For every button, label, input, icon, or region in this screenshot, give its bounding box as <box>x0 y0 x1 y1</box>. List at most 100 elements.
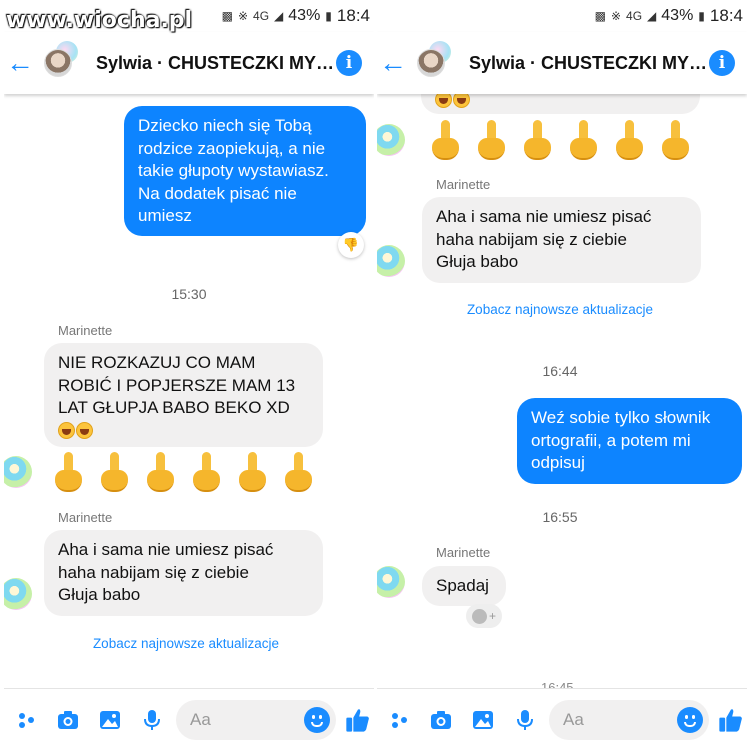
message-line: odpisuj <box>531 453 585 472</box>
signal-icon: ◢ <box>647 9 657 23</box>
message-line: Na dodatek pisać nie <box>138 183 297 203</box>
battery-icon: ▮ <box>325 9 332 23</box>
clock: 18:4 <box>336 6 370 25</box>
sender-avatar[interactable] <box>4 578 32 610</box>
outgoing-message[interactable]: Weź sobie tylko słownik ortografii, a po… <box>517 398 742 484</box>
message-input[interactable]: Aa <box>549 699 709 740</box>
message-line: rodzice zaopiekują, a nie <box>138 138 326 158</box>
middle-finger-emoji-icon <box>569 120 598 160</box>
chat-header: ← Sylwia · CHUSTECZKI MY… i <box>377 32 747 94</box>
microphone-icon[interactable] <box>134 702 170 738</box>
middle-finger-emoji-icon <box>146 452 175 492</box>
info-icon[interactable]: i <box>709 50 735 76</box>
message-line: umiesz <box>138 206 192 225</box>
sender-avatar[interactable] <box>4 456 32 488</box>
avatar-primary <box>44 49 72 77</box>
timestamp: 16:44 <box>542 363 578 379</box>
message-input-placeholder: Aa <box>190 709 211 729</box>
status-bar: ▩ ※ 4G ◢ 43% ▮ 18:4 <box>377 0 747 32</box>
smiley-icon <box>471 608 487 624</box>
emoji-picker-icon[interactable] <box>677 706 703 733</box>
back-arrow-icon[interactable]: ← <box>4 43 36 83</box>
watermark: www.wiocha.pl <box>6 8 193 33</box>
see-latest-updates-link[interactable]: Zobacz najnowsze aktualizacje <box>377 302 747 317</box>
timestamp: 16:55 <box>542 509 578 525</box>
message-line: ROBIĆ I POPJERSZE MAM 13 <box>58 375 296 395</box>
middle-finger-emoji-icon <box>100 452 129 492</box>
gallery-icon[interactable] <box>92 702 128 738</box>
middle-finger-emoji-row[interactable] <box>54 452 313 492</box>
message-line: ortografii, a potem mi <box>531 430 691 450</box>
incoming-message[interactable]: Spadaj <box>422 566 506 606</box>
message-input-placeholder: Aa <box>563 709 584 729</box>
incoming-message[interactable]: Aha i sama nie umiesz pisać haha nabijam… <box>44 530 323 616</box>
right-screenshot: ▩ ※ 4G ◢ 43% ▮ 18:4 ← Sylwia · CHUSTECZK… <box>377 0 747 750</box>
middle-finger-emoji-row[interactable] <box>431 120 690 160</box>
group-avatar[interactable] <box>413 41 457 85</box>
message-line: Weź sobie tylko słownik <box>531 408 711 427</box>
sender-name: Marinette <box>436 545 491 560</box>
sender-name: Marinette <box>58 510 113 525</box>
gallery-icon[interactable] <box>465 702 501 738</box>
sender-avatar[interactable] <box>377 124 405 156</box>
avatar-primary <box>417 49 445 77</box>
more-options-icon[interactable] <box>381 702 417 738</box>
sender-name: Marinette <box>436 177 491 192</box>
message-line: Głuja babo <box>58 585 141 604</box>
add-reaction-button[interactable]: + <box>466 604 502 628</box>
camera-icon[interactable] <box>423 702 459 738</box>
message-line: haha nabijam się z ciebie <box>436 229 627 249</box>
middle-finger-emoji-icon <box>615 120 644 160</box>
laughing-emoji-icon <box>76 421 93 439</box>
thumbs-up-icon[interactable] <box>717 706 745 734</box>
message-line: Spadaj <box>436 576 489 595</box>
message-input[interactable]: Aa <box>176 699 336 740</box>
thumbs-up-icon[interactable] <box>344 706 372 734</box>
middle-finger-emoji-icon <box>192 452 221 492</box>
clock: 18:4 <box>709 6 743 25</box>
see-latest-updates-link[interactable]: Zobacz najnowsze aktualizacje <box>4 636 374 651</box>
microphone-icon[interactable] <box>507 702 543 738</box>
outgoing-message[interactable]: Dziecko niech się Tobą rodzice zaopiekuj… <box>124 106 366 236</box>
signal-icon: ◢ <box>274 9 284 23</box>
battery-level: 43% <box>661 7 694 24</box>
incoming-message[interactable]: NIE ROZKAZUJ CO MAM ROBIĆ I POPJERSZE MA… <box>44 343 323 447</box>
battery-level: 43% <box>288 7 321 24</box>
middle-finger-emoji-icon <box>477 120 506 160</box>
info-icon[interactable]: i <box>336 50 362 76</box>
message-line: Aha i sama nie umiesz pisać <box>436 207 652 226</box>
middle-finger-emoji-icon <box>431 120 460 160</box>
sender-name: Marinette <box>58 323 113 338</box>
incoming-message[interactable]: Aha i sama nie umiesz pisać haha nabijam… <box>422 197 701 283</box>
group-avatar[interactable] <box>40 41 84 85</box>
laughing-emoji-icon <box>58 421 75 439</box>
middle-finger-emoji-icon <box>523 120 552 160</box>
message-line: Aha i sama nie umiesz pisać <box>58 540 274 559</box>
laughing-emoji-pair <box>58 420 309 443</box>
screenshot-collage: www.wiocha.pl ▩ ※ 4G ◢ 43% ▮ 18:4 ← Sylw… <box>0 0 750 750</box>
message-line: haha nabijam się z ciebie <box>58 562 249 582</box>
chat-title[interactable]: Sylwia · CHUSTECZKI MY… <box>469 53 709 74</box>
message-line: takie głupoty wystawiasz. <box>138 161 329 180</box>
notification-icon: ▩ <box>594 9 606 23</box>
middle-finger-emoji-icon <box>284 452 313 492</box>
middle-finger-emoji-icon <box>238 452 267 492</box>
back-arrow-icon[interactable]: ← <box>377 43 409 83</box>
message-line: LAT GŁUPJA BABO BEKO XD <box>58 398 290 417</box>
thumbs-down-reaction-icon[interactable]: 👎 <box>338 232 364 258</box>
network-label: 4G <box>253 9 270 23</box>
sender-avatar[interactable] <box>377 245 405 277</box>
middle-finger-emoji-icon <box>661 120 690 160</box>
message-composer: Aa <box>4 688 374 750</box>
bluetooth-icon: ※ <box>610 9 622 23</box>
battery-icon: ▮ <box>698 9 705 23</box>
sender-avatar[interactable] <box>377 566 405 598</box>
plus-icon: + <box>488 609 496 623</box>
emoji-picker-icon[interactable] <box>304 706 330 733</box>
chat-title[interactable]: Sylwia · CHUSTECZKI MY… <box>96 53 336 74</box>
timestamp: 15:30 <box>171 286 207 302</box>
message-line: Dziecko niech się Tobą <box>138 116 312 135</box>
more-options-icon[interactable] <box>8 702 44 738</box>
camera-icon[interactable] <box>50 702 86 738</box>
message-line: NIE ROZKAZUJ CO MAM <box>58 353 256 372</box>
